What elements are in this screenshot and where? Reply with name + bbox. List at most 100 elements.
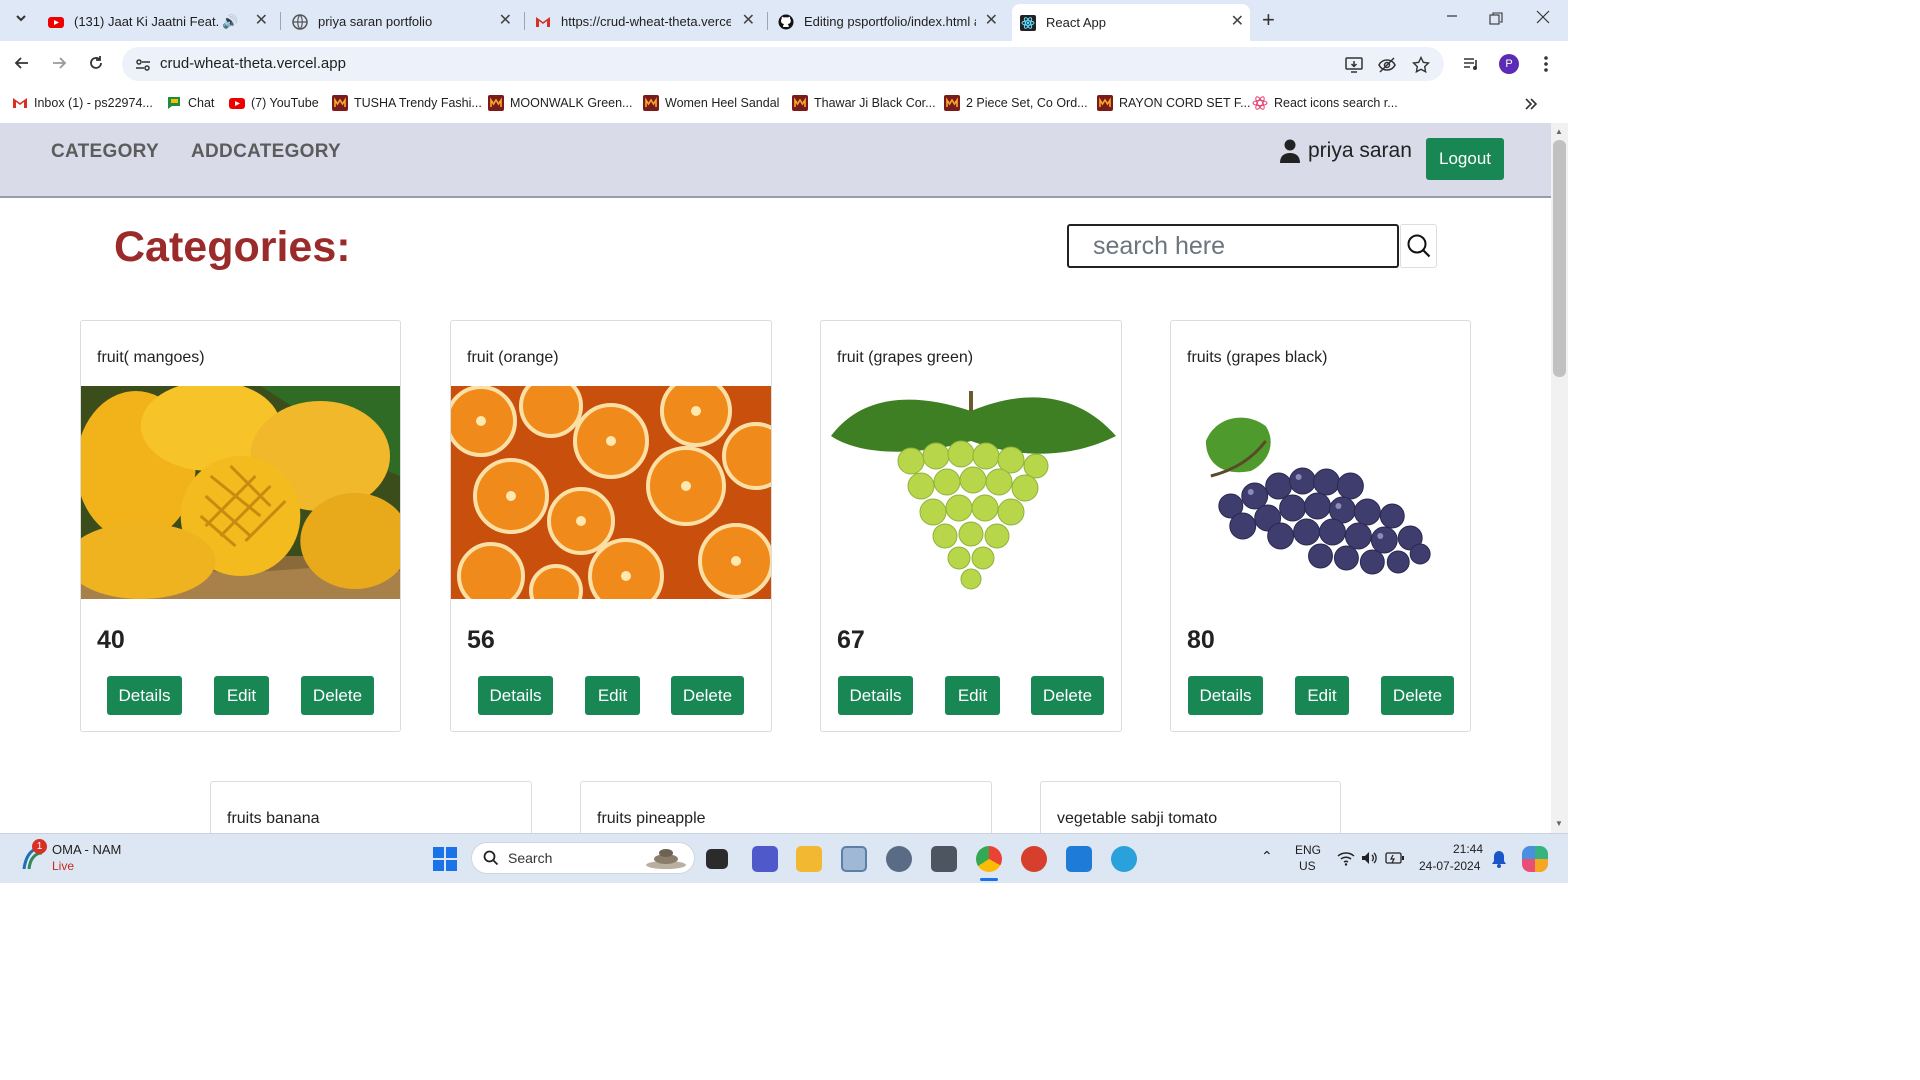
edit-button[interactable]: Edit [585,676,640,715]
logout-button[interactable]: Logout [1426,138,1504,180]
bookmark-label: Inbox (1) - ps22974... [34,96,153,110]
bookmark-rayon[interactable]: RAYON CORD SET F... [1097,95,1251,111]
details-button[interactable]: Details [478,676,553,715]
bookmark-react-icons[interactable]: React icons search r... [1252,95,1398,111]
address-bar[interactable]: crud-wheat-theta.vercel.app [122,47,1444,81]
card-price: 80 [1187,626,1215,654]
reload-button[interactable] [86,53,106,73]
details-button[interactable]: Details [838,676,913,715]
bookmark-co-ord[interactable]: 2 Piece Set, Co Ord... [944,95,1088,111]
close-tab-icon[interactable]: ✕ [985,13,998,29]
nav-link-addcategory[interactable]: ADDCATEGORY [191,141,341,163]
restore-icon[interactable] [1489,12,1503,26]
nav-link-category[interactable]: CATEGORY [51,141,159,163]
weather-widget[interactable]: 1 [20,839,50,873]
myntra-icon [792,95,808,111]
media-control-icon[interactable] [1462,55,1480,73]
eye-off-icon[interactable] [1378,56,1396,74]
back-button[interactable] [12,53,32,73]
browser-tab-youtube[interactable]: (131) Jaat Ki Jaatni Feat. Pa 🔊 ✕ [48,6,274,37]
teams-icon[interactable] [752,846,778,872]
bookmark-inbox[interactable]: Inbox (1) - ps22974... [12,95,153,111]
browser-tab-strip: (131) Jaat Ki Jaatni Feat. Pa 🔊 ✕ priya … [0,0,1568,41]
paint-icon[interactable] [1066,846,1092,872]
clock-date[interactable]: 24-07-2024 [1419,859,1480,873]
bookmark-moonwalk[interactable]: MOONWALK Green... [488,95,632,111]
scroll-up-icon[interactable]: ▲ [1555,127,1563,136]
browser-tab-portfolio[interactable]: priya saran portfolio ✕ [292,6,518,37]
details-button[interactable]: Details [107,676,182,715]
clock-time[interactable]: 21:44 [1453,842,1483,856]
chevron-down-icon [16,15,26,22]
bookmark-youtube[interactable]: (7) YouTube [229,95,319,111]
new-tab-icon[interactable]: + [1262,7,1275,33]
forward-button[interactable] [49,53,69,73]
site-settings-icon[interactable] [134,56,152,74]
show-hidden-icons[interactable]: ⌃ [1261,848,1273,865]
p-app-icon[interactable] [1021,846,1047,872]
edit-button[interactable]: Edit [214,676,269,715]
details-button[interactable]: Details [1188,676,1263,715]
card-title: fruits pineapple [597,810,706,827]
category-card: fruits banana [210,781,532,833]
delete-button[interactable]: Delete [671,676,744,715]
scroll-down-icon[interactable]: ▼ [1555,819,1563,828]
black-grapes-image [1171,386,1470,599]
delete-button[interactable]: Delete [301,676,374,715]
profile-avatar[interactable]: P [1499,54,1519,74]
tab-title: priya saran portfolio [318,14,433,29]
browser-tab-github[interactable]: Editing psportfolio/index.html a ✕ [778,6,1004,37]
browser-tab-gmail[interactable]: https://crud-wheat-theta.vercel. ✕ [535,6,761,37]
window-close-icon[interactable] [1535,9,1551,25]
start-button[interactable] [432,846,458,872]
search-icon [1407,234,1430,258]
task-view-icon[interactable] [706,849,728,869]
taskbar-search[interactable]: Search [471,842,695,874]
settings-icon[interactable] [886,846,912,872]
speaker-icon[interactable]: 🔊 [222,14,238,30]
double-chevron-right-icon[interactable] [1523,96,1539,112]
battery-icon[interactable] [1385,851,1405,865]
bookmark-thawar[interactable]: Thawar Ji Black Cor... [792,95,936,111]
search-button[interactable] [1400,224,1437,268]
card-price: 40 [97,626,125,654]
edit-button[interactable]: Edit [1295,676,1349,715]
bookmark-chat[interactable]: Chat [166,95,214,111]
browser-tab-react-app[interactable]: React App ✕ [1012,4,1250,41]
minimize-icon[interactable] [1444,7,1460,23]
close-tab-icon[interactable]: ✕ [499,13,512,29]
bookmark-label: React icons search r... [1274,96,1398,110]
language-bottom[interactable]: US [1299,859,1316,873]
volume-icon[interactable] [1361,850,1379,866]
search-input[interactable]: search here [1067,224,1399,268]
wifi-icon[interactable] [1337,850,1355,866]
edit-button[interactable]: Edit [945,676,1000,715]
star-icon[interactable] [1412,56,1430,74]
telegram-icon[interactable] [1111,846,1137,872]
tab-search-button[interactable] [12,9,30,27]
chrome-icon[interactable] [976,846,1002,872]
page-scrollbar[interactable]: ▲ ▼ [1551,123,1568,833]
username: priya saran [1308,139,1412,162]
delete-button[interactable]: Delete [1031,676,1104,715]
card-title: fruits banana [227,810,320,827]
bookmark-sandal[interactable]: Women Heel Sandal [643,95,779,111]
copilot-icon[interactable] [1522,846,1548,872]
install-app-icon[interactable] [1345,56,1363,74]
more-menu-icon[interactable] [1537,54,1555,74]
camera-icon[interactable] [931,846,957,872]
url-text: crud-wheat-theta.vercel.app [160,55,346,72]
close-tab-icon[interactable]: ✕ [742,13,755,29]
close-tab-icon[interactable]: ✕ [255,13,268,29]
delete-button[interactable]: Delete [1381,676,1454,715]
react-icon [1252,96,1268,110]
photos-icon[interactable] [841,846,867,872]
bookmark-label: (7) YouTube [251,96,319,110]
mango-image [81,386,400,599]
bell-icon[interactable] [1491,850,1507,868]
scrollbar-thumb[interactable] [1553,140,1566,377]
bookmark-tusha[interactable]: TUSHA Trendy Fashi... [332,95,482,111]
file-explorer-icon[interactable] [796,846,822,872]
close-tab-icon[interactable]: ✕ [1231,14,1244,30]
language-top[interactable]: ENG [1295,843,1321,857]
